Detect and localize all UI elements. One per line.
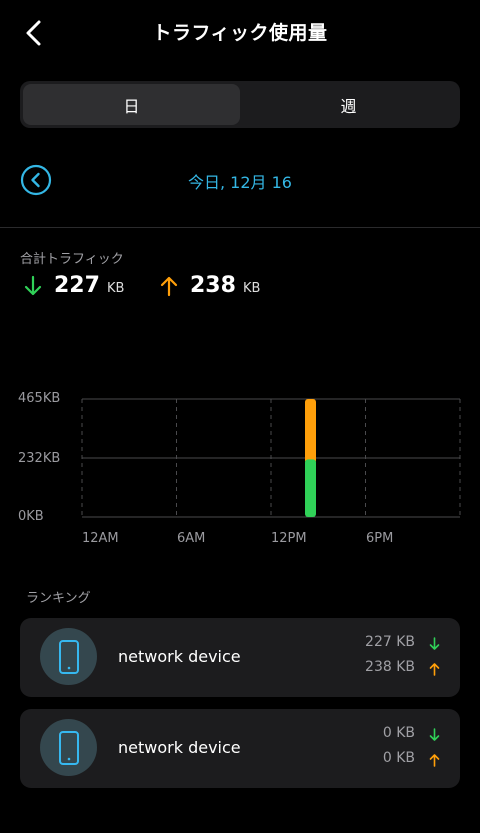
- traffic-chart: 465KB 232KB 0KB 12AM 6AM 12PM 6PM: [0, 385, 480, 555]
- arrow-up-icon: [160, 276, 178, 296]
- avatar: [40, 628, 97, 685]
- total-download: 227 KB: [24, 273, 124, 298]
- page-title: トラフィック使用量: [152, 22, 328, 44]
- arrow-up-icon: [429, 663, 440, 676]
- total-traffic-label: 合計トラフィック: [20, 252, 124, 267]
- tab-day[interactable]: 日: [23, 84, 240, 125]
- ranking-label: ランキング: [26, 591, 91, 606]
- device-name: network device: [118, 738, 241, 757]
- device-name: network device: [118, 647, 241, 666]
- current-date: 今日, 12月 16: [188, 173, 292, 192]
- x-tick-label: 12AM: [82, 531, 119, 546]
- device-download: 0 KB: [382, 725, 415, 741]
- arrow-down-icon: [24, 275, 42, 295]
- chart-plot: [81, 398, 461, 518]
- upload-unit: KB: [242, 281, 261, 296]
- x-tick-label: 6AM: [177, 531, 206, 546]
- avatar: [40, 719, 97, 776]
- device-upload: 0 KB: [382, 750, 415, 766]
- download-unit: KB: [106, 281, 125, 296]
- x-tick-label: 12PM: [271, 531, 307, 546]
- total-upload: 238 KB: [160, 273, 260, 298]
- date-navigator: 今日, 12月 16: [0, 162, 480, 198]
- device-download: 227 KB: [365, 634, 415, 650]
- tab-week[interactable]: 週: [240, 84, 457, 125]
- period-segmented-control: 日 週: [20, 81, 460, 128]
- arrow-up-icon: [429, 754, 440, 767]
- download-value: 227: [54, 273, 100, 298]
- device-upload: 238 KB: [365, 659, 415, 675]
- total-traffic: 227 KB 238 KB: [20, 273, 460, 307]
- ranking-item[interactable]: network device 0 KB 0 KB: [20, 709, 460, 788]
- x-tick-label: 6PM: [366, 531, 394, 546]
- smartphone-icon: [58, 730, 79, 765]
- upload-value: 238: [190, 273, 236, 298]
- upload-bar: [305, 399, 316, 464]
- header: トラフィック使用量: [0, 0, 480, 64]
- arrow-down-icon: [429, 728, 440, 741]
- arrow-down-icon: [429, 637, 440, 650]
- divider: [0, 227, 480, 228]
- ranking-item[interactable]: network device 227 KB 238 KB: [20, 618, 460, 697]
- download-bar: [305, 459, 316, 517]
- smartphone-icon: [58, 639, 79, 674]
